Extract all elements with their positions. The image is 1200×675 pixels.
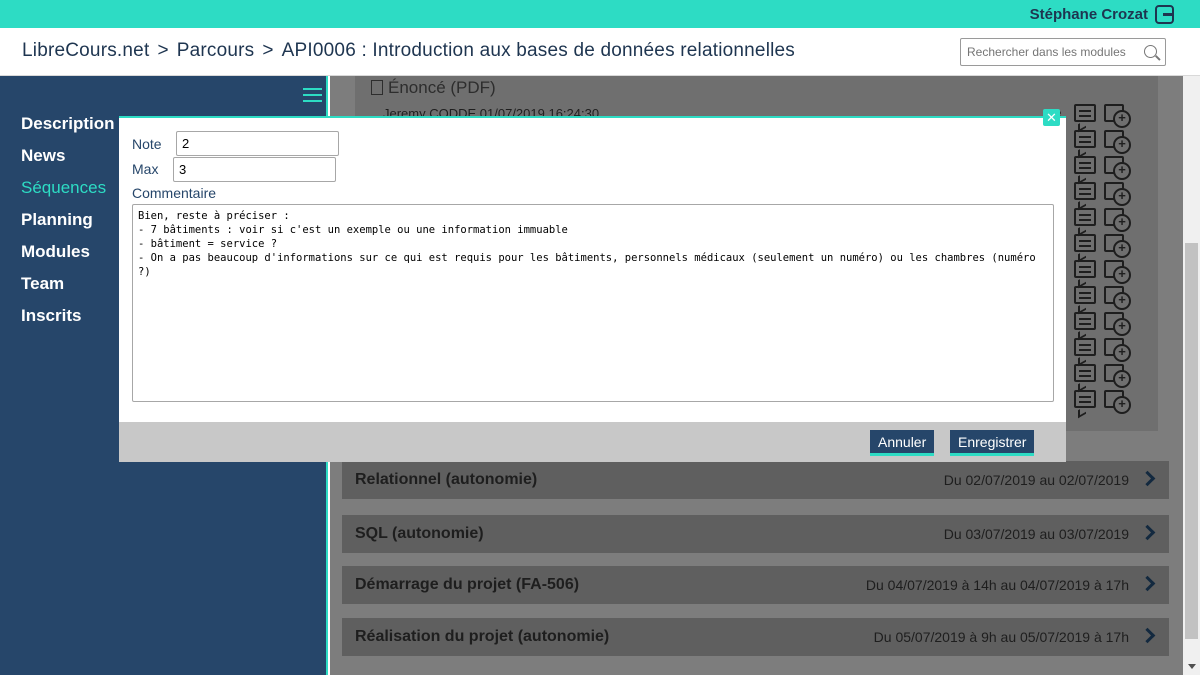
sidebar-item-modules[interactable]: Modules: [21, 242, 115, 274]
submission-row: /3: [1050, 286, 1160, 310]
comment-icon[interactable]: [1074, 312, 1096, 330]
sequence-title: SQL (autonomie): [355, 525, 484, 542]
grade-dialog: ✕ Note Max Commentaire Annuler Enregistr…: [119, 109, 1066, 462]
breadcrumb-course[interactable]: API0006 : Introduction aux bases de donn…: [282, 40, 795, 61]
comment-icon[interactable]: [1074, 234, 1096, 252]
add-comment-icon[interactable]: [1104, 338, 1131, 362]
comment-icon[interactable]: [1074, 182, 1096, 200]
comment-icon[interactable]: [1074, 338, 1096, 356]
comment-label: Commentaire: [132, 185, 217, 201]
page-scrollbar[interactable]: [1183, 76, 1200, 675]
dialog-footer: Annuler Enregistrer: [119, 422, 1066, 462]
comment-icon[interactable]: [1074, 156, 1096, 174]
comment-icon[interactable]: [1074, 364, 1096, 382]
submission-row: /3: [1050, 390, 1160, 414]
chevron-right-icon[interactable]: [1139, 470, 1156, 487]
top-bar: Stéphane Crozat: [0, 0, 1200, 28]
sidebar-item-inscrits[interactable]: Inscrits: [21, 306, 115, 338]
close-icon[interactable]: ✕: [1043, 109, 1060, 126]
submission-row: /3: [1050, 156, 1160, 180]
sidebar-item-sequences[interactable]: Séquences: [21, 178, 115, 210]
chevron-right-icon[interactable]: [1139, 524, 1156, 541]
note-label: Note: [132, 136, 162, 152]
sequence-title: Réalisation du projet (autonomie): [355, 628, 610, 645]
comment-icon[interactable]: [1074, 260, 1096, 278]
add-comment-icon[interactable]: [1104, 156, 1131, 180]
sequence-dates: Du 05/07/2019 à 9h au 05/07/2019 à 17h: [873, 629, 1129, 645]
search-box: [960, 38, 1166, 66]
breadcrumb-separator: >: [262, 40, 274, 61]
add-comment-icon[interactable]: [1104, 208, 1131, 232]
scroll-down-arrow-icon[interactable]: [1188, 664, 1196, 669]
submission-row: /3: [1050, 312, 1160, 336]
sequence-dates: Du 04/07/2019 à 14h au 04/07/2019 à 17h: [865, 577, 1129, 593]
submission-row: /3: [1050, 104, 1160, 128]
submission-row: /3: [1050, 260, 1160, 284]
submission-row: /3: [1050, 208, 1160, 232]
add-comment-icon[interactable]: [1104, 234, 1131, 258]
sidebar-item-description[interactable]: Description: [21, 114, 115, 146]
logout-icon[interactable]: [1155, 5, 1174, 24]
sequence-title: Relationnel (autonomie): [355, 471, 538, 488]
sidebar-nav: Description News Séquences Planning Modu…: [21, 114, 115, 338]
sequence-row[interactable]: SQL (autonomie) Du 03/07/2019 au 03/07/2…: [342, 515, 1169, 553]
chevron-right-icon[interactable]: [1139, 627, 1156, 644]
sequence-row[interactable]: Démarrage du projet (FA-506) Du 04/07/20…: [342, 566, 1169, 604]
header: LibreCours.net > Parcours > API0006 : Introd…: [0, 28, 1200, 76]
chevron-right-icon[interactable]: [1139, 575, 1156, 592]
note-field[interactable]: [176, 131, 339, 156]
comment-icon[interactable]: [1074, 130, 1096, 148]
submission-row: /3: [1050, 182, 1160, 206]
comment-icon[interactable]: [1074, 390, 1096, 408]
cancel-button[interactable]: Annuler: [870, 430, 935, 456]
pdf-link[interactable]: Énoncé (PDF): [371, 78, 496, 98]
breadcrumb: LibreCours.net > Parcours > API0006 : Introd…: [22, 40, 795, 62]
add-comment-icon[interactable]: [1104, 130, 1131, 154]
add-comment-icon[interactable]: [1104, 364, 1131, 388]
comment-icon[interactable]: [1074, 208, 1096, 226]
comment-icon[interactable]: [1074, 104, 1096, 122]
breadcrumb-parcours[interactable]: Parcours: [177, 40, 255, 61]
comment-icon[interactable]: [1074, 286, 1096, 304]
submission-row: /3: [1050, 234, 1160, 258]
submission-row: /3: [1050, 130, 1160, 154]
sequence-row[interactable]: Réalisation du projet (autonomie) Du 05/…: [342, 618, 1169, 656]
submission-row: /3: [1050, 338, 1160, 362]
sequence-title: Démarrage du projet (FA-506): [355, 576, 580, 593]
submission-row: /3: [1050, 364, 1160, 388]
sequence-dates: Du 02/07/2019 au 02/07/2019: [943, 472, 1129, 488]
breadcrumb-home[interactable]: LibreCours.net: [22, 40, 149, 61]
sequence-row[interactable]: Relationnel (autonomie) Du 02/07/2019 au…: [342, 461, 1169, 499]
breadcrumb-separator: >: [157, 40, 169, 61]
add-comment-icon[interactable]: [1104, 312, 1131, 336]
add-comment-icon[interactable]: [1104, 260, 1131, 284]
sidebar-item-planning[interactable]: Planning: [21, 210, 115, 242]
document-icon: [371, 80, 383, 95]
add-comment-icon[interactable]: [1104, 286, 1131, 310]
sidebar-item-news[interactable]: News: [21, 146, 115, 178]
search-icon[interactable]: [1144, 45, 1157, 58]
pdf-title: Énoncé (PDF): [388, 78, 496, 97]
save-button[interactable]: Enregistrer: [950, 430, 1035, 456]
scrollbar-thumb[interactable]: [1185, 243, 1198, 639]
comment-textarea[interactable]: [132, 204, 1054, 402]
search-input[interactable]: [961, 39, 1139, 65]
sequence-dates: Du 03/07/2019 au 03/07/2019: [943, 526, 1129, 542]
max-label: Max: [132, 161, 159, 177]
add-comment-icon[interactable]: [1104, 104, 1131, 128]
add-comment-icon[interactable]: [1104, 390, 1131, 414]
sidebar-item-team[interactable]: Team: [21, 274, 115, 306]
add-comment-icon[interactable]: [1104, 182, 1131, 206]
max-field[interactable]: [173, 157, 336, 182]
hamburger-menu-icon[interactable]: [303, 88, 322, 102]
user-name[interactable]: Stéphane Crozat: [1030, 6, 1148, 23]
